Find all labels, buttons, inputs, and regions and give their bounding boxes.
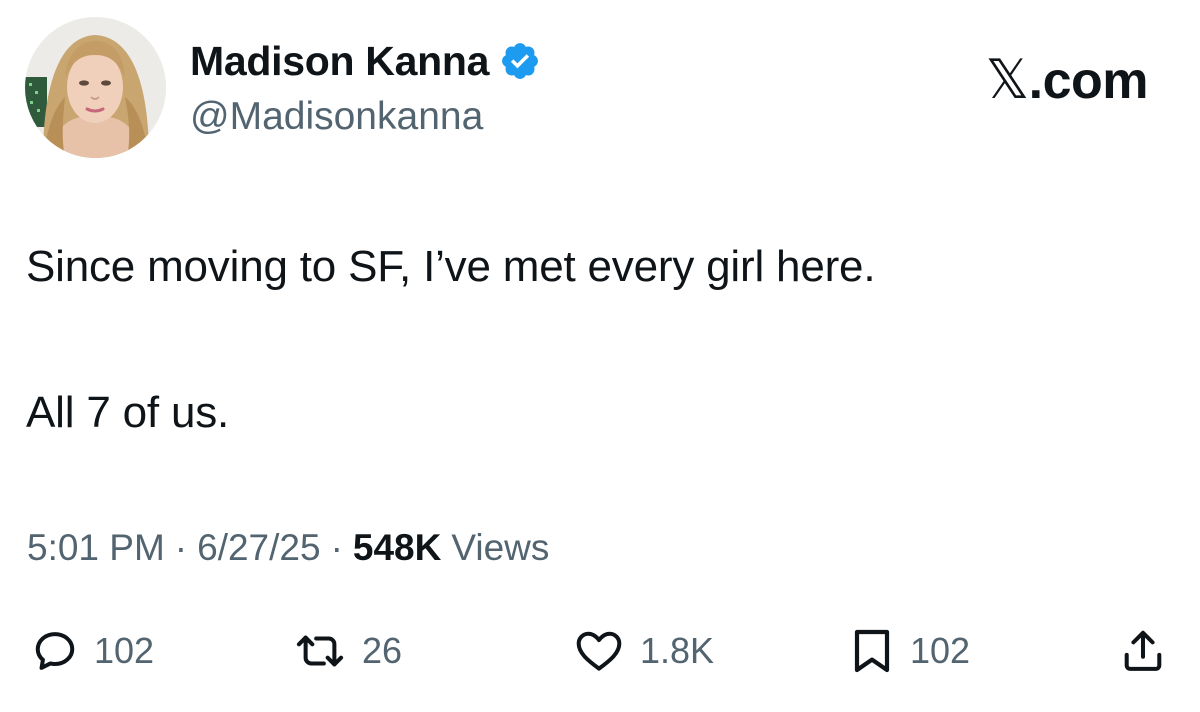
retweet-button[interactable]: 26 bbox=[294, 618, 402, 684]
tweet-text-line-2: All 7 of us. bbox=[26, 388, 230, 437]
meta-separator: · bbox=[174, 527, 188, 568]
brand-domain-label: com bbox=[1042, 52, 1149, 110]
bookmark-count: 102 bbox=[910, 630, 971, 671]
x-logo-icon: 𝕏 bbox=[985, 48, 1030, 111]
bookmark-icon bbox=[850, 627, 894, 675]
like-button[interactable]: 1.8K bbox=[574, 618, 714, 684]
tweet-meta: 5:01 PM · 6/27/25 · 548K Views bbox=[27, 527, 549, 569]
brand-logo: 𝕏.com bbox=[985, 48, 1149, 111]
heart-icon bbox=[574, 628, 624, 674]
tweet-time[interactable]: 5:01 PM bbox=[27, 527, 165, 569]
share-button[interactable] bbox=[1120, 618, 1166, 684]
like-count: 1.8K bbox=[640, 630, 715, 671]
retweet-icon bbox=[294, 628, 346, 674]
views-label: Views bbox=[451, 527, 550, 568]
author-display-name[interactable]: Madison Kanna bbox=[190, 38, 489, 85]
reply-count: 102 bbox=[94, 630, 155, 671]
verified-badge-icon bbox=[499, 40, 541, 82]
bookmark-button[interactable]: 102 bbox=[850, 618, 970, 684]
author-name-row: Madison Kanna bbox=[190, 36, 541, 86]
avatar[interactable] bbox=[25, 17, 166, 158]
tweet-date[interactable]: 6/27/25 bbox=[197, 527, 320, 569]
retweet-count: 26 bbox=[362, 630, 403, 671]
tweet-text-line-1: Since moving to SF, I’ve met every girl … bbox=[26, 242, 876, 291]
meta-separator: · bbox=[330, 527, 343, 568]
reply-button[interactable]: 102 bbox=[32, 618, 154, 684]
author-handle[interactable]: @Madisonkanna bbox=[190, 95, 483, 139]
tweet-card: Madison Kanna @Madisonkanna 𝕏.com Since … bbox=[0, 0, 1200, 712]
share-icon bbox=[1120, 627, 1166, 675]
action-bar: 102 26 1.8K 102 bbox=[0, 618, 1200, 684]
avatar-image bbox=[25, 17, 166, 158]
reply-icon bbox=[32, 628, 78, 674]
views-count: 548K bbox=[352, 527, 442, 568]
